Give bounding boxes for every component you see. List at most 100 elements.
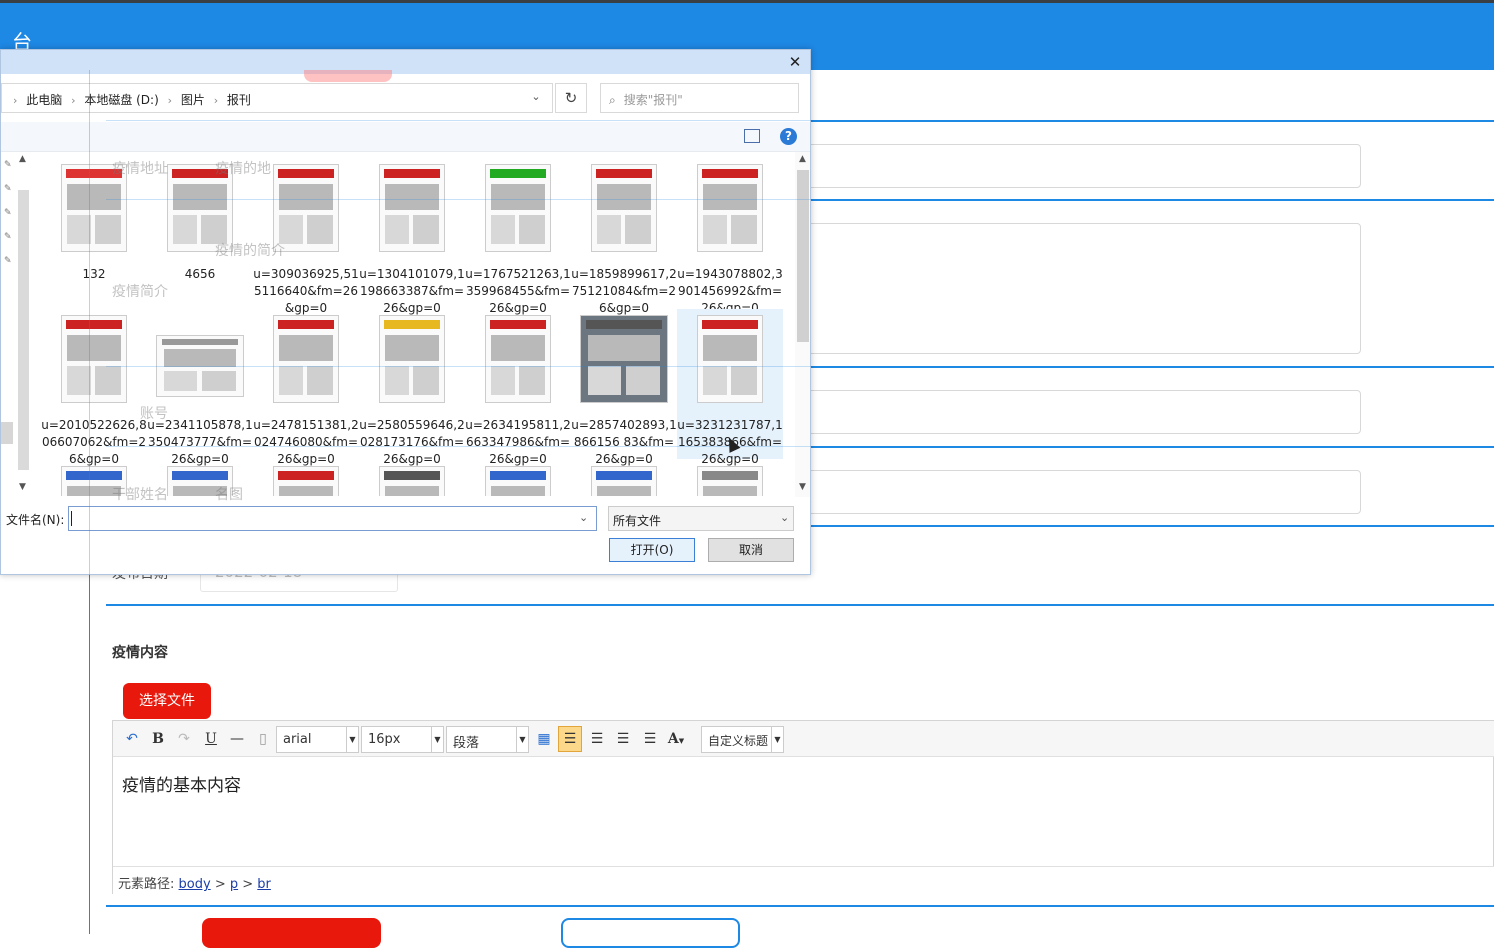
file-name: u=2634195811,2663347986&fm=26&gp=0 xyxy=(465,418,571,466)
font-size-select[interactable]: 16px ▼ xyxy=(361,726,444,753)
nav-selected-item[interactable] xyxy=(1,422,13,444)
element-path-label: 元素路径: xyxy=(118,877,175,892)
paragraph-select[interactable]: 段落 ▼ xyxy=(446,726,529,753)
cancel-button[interactable]: 取消 xyxy=(708,538,794,562)
file-item[interactable]: u=2857402893,1866156 83&fm=26&gp=0 xyxy=(571,309,677,466)
file-thumbnail xyxy=(697,315,763,403)
page-icon[interactable]: ▯ xyxy=(252,728,274,750)
editor-toolbar: ↶ B ↷ U — ▯ arial ▼ 16px ▼ 段落 ▼ ▦ ☰ ☰ ☰ ☰ A… xyxy=(113,721,1494,757)
editor-content[interactable]: 疫情的基本内容 xyxy=(122,771,241,796)
custom-title-select[interactable]: 自定义标题 ▼ xyxy=(701,726,784,753)
chevron-down-icon[interactable]: ⌄ xyxy=(579,511,588,524)
breadcrumb-drive[interactable]: 本地磁盘 (D:) xyxy=(84,93,158,107)
element-path-bar: 元素路径: body > p > br xyxy=(113,866,1494,894)
file-thumbnail-partial[interactable] xyxy=(485,466,551,496)
file-item[interactable]: u=2634195811,2663347986&fm=26&gp=0 xyxy=(465,309,571,466)
ghost-label: 疫情的简介 xyxy=(215,243,285,259)
scroll-up-icon[interactable]: ▲ xyxy=(19,154,26,164)
help-icon[interactable]: ? xyxy=(780,128,797,145)
section-divider xyxy=(106,604,1494,606)
file-thumbnail xyxy=(697,164,763,252)
filename-label: 文件名(N): xyxy=(6,513,65,527)
custom-title-value: 自定义标题 xyxy=(708,734,769,748)
ghost-button xyxy=(304,70,392,82)
ghost-rule xyxy=(89,70,90,575)
filename-input[interactable] xyxy=(68,506,597,531)
file-thumbnail xyxy=(273,164,339,252)
file-thumbnail xyxy=(61,315,127,403)
open-button[interactable]: 打开(O) xyxy=(609,538,695,562)
file-item[interactable]: u=2010522626,806607062&fm=26&gp=0 xyxy=(41,309,147,466)
file-item[interactable]: u=1859899617,275121084&fm=26&gp=0 xyxy=(571,158,677,315)
file-item[interactable]: u=309036925,515116640&fm=26&gp=0 xyxy=(253,158,359,315)
redo-icon[interactable]: ↷ xyxy=(173,728,195,750)
pin-icon: ✎ xyxy=(4,184,12,194)
ghost-label: 干部姓名 xyxy=(112,487,168,503)
section-divider xyxy=(106,905,1494,907)
align-left-icon[interactable]: ☰ xyxy=(558,726,582,752)
ghost-divider xyxy=(106,446,811,447)
file-type-filter[interactable]: 所有文件 xyxy=(608,506,794,531)
ghost-label: 疫情地址 xyxy=(112,161,168,177)
search-input[interactable]: ⌕ 搜索"报刊" xyxy=(600,83,799,113)
horizontal-rule-icon[interactable]: — xyxy=(226,728,248,750)
file-thumbnail-partial[interactable] xyxy=(273,466,339,496)
scrollbar-thumb[interactable] xyxy=(797,170,809,342)
align-center-icon[interactable]: ☰ xyxy=(612,728,634,750)
content-label: 疫情内容 xyxy=(112,645,168,661)
breadcrumb-newspapers[interactable]: 报刊 xyxy=(227,93,251,107)
choose-file-button[interactable]: 选择文件 xyxy=(123,683,211,719)
file-thumbnail-partial[interactable] xyxy=(379,466,445,496)
file-item[interactable]: u=2341105878,1350473777&fm=26&gp=0 xyxy=(147,309,253,466)
scroll-down-icon[interactable]: ▼ xyxy=(795,482,810,492)
file-thumbnail xyxy=(485,164,551,252)
dialog-titlebar[interactable] xyxy=(1,50,810,74)
file-item[interactable]: u=1304101079,1198663387&fm=26&gp=0 xyxy=(359,158,465,315)
file-thumbnail xyxy=(379,315,445,403)
chevron-down-icon[interactable]: ⌄ xyxy=(526,90,546,108)
file-name: u=2341105878,1350473777&fm=26&gp=0 xyxy=(147,418,253,466)
file-thumbnail-partial[interactable] xyxy=(697,466,763,496)
align-justify-icon[interactable]: ☰ xyxy=(639,728,661,750)
ghost-divider xyxy=(106,366,811,367)
bold-icon[interactable]: B xyxy=(147,728,169,750)
ghost-label: 名图 xyxy=(215,487,243,503)
file-item[interactable]: u=2580559646,2028173176&fm=26&gp=0 xyxy=(359,309,465,466)
align-right-icon[interactable]: ☰ xyxy=(586,728,608,750)
ghost-label: 账号 xyxy=(140,406,168,422)
chevron-right-icon: › xyxy=(213,94,219,107)
nav-scrollbar-thumb[interactable] xyxy=(18,190,29,470)
file-item[interactable]: u=1943078802,3901456992&fm=26&gp=0 xyxy=(677,158,783,315)
rich-text-editor: ↶ B ↷ U — ▯ arial ▼ 16px ▼ 段落 ▼ ▦ ☰ ☰ ☰ ☰ A… xyxy=(112,720,1494,894)
scroll-up-icon[interactable]: ▲ xyxy=(795,154,810,164)
pin-icon: ✎ xyxy=(4,256,12,266)
breadcrumb-pictures[interactable]: 图片 xyxy=(181,93,205,107)
path-link-body[interactable]: body xyxy=(179,877,211,892)
file-name: u=2857402893,1866156 83&fm=26&gp=0 xyxy=(571,418,677,466)
underline-icon[interactable]: U xyxy=(200,728,222,750)
breadcrumb-this-pc[interactable]: 此电脑 xyxy=(26,93,62,107)
scroll-down-icon[interactable]: ▼ xyxy=(19,482,26,492)
address-bar[interactable]: › 此电脑 › 本地磁盘 (D:) › 图片 › 报刊 xyxy=(1,83,553,113)
submit-button[interactable] xyxy=(202,918,381,948)
path-link-br[interactable]: br xyxy=(257,877,271,892)
search-placeholder: 搜索"报刊" xyxy=(623,93,683,107)
close-icon[interactable]: ✕ xyxy=(785,53,805,71)
font-family-select[interactable]: arial ▼ xyxy=(276,726,359,753)
file-item[interactable]: u=1767521263,1359968455&fm=26&gp=0 xyxy=(465,158,571,315)
ghost-divider xyxy=(106,120,811,121)
chevron-down-icon: ▼ xyxy=(516,727,528,752)
chevron-right-icon: › xyxy=(71,94,76,107)
reset-button[interactable] xyxy=(561,918,740,948)
path-link-p[interactable]: p xyxy=(230,877,238,892)
font-color-icon[interactable]: A▼ xyxy=(665,728,687,750)
file-thumbnail-partial[interactable] xyxy=(591,466,657,496)
table-icon[interactable]: ▦ xyxy=(533,728,555,750)
file-thumbnail xyxy=(379,164,445,252)
undo-icon[interactable]: ↶ xyxy=(121,728,143,750)
chevron-down-icon[interactable]: ⌄ xyxy=(780,511,789,524)
refresh-icon[interactable]: ↻ xyxy=(555,83,587,113)
preview-pane-icon[interactable] xyxy=(744,129,760,143)
file-item[interactable]: u=2478151381,2024746080&fm=26&gp=0 xyxy=(253,309,359,466)
ghost-label: 疫情简介 xyxy=(112,284,168,300)
